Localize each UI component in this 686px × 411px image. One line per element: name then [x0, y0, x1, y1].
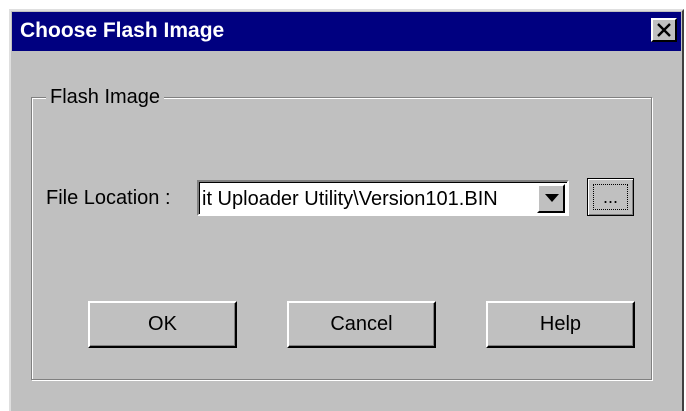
browse-label: ... [593, 184, 628, 210]
dropdown-button[interactable] [537, 184, 565, 213]
group-label: Flash Image [46, 86, 165, 108]
cancel-button[interactable]: Cancel [287, 301, 436, 348]
file-location-combobox[interactable]: it Uploader Utility\Version101.BIN [197, 180, 569, 216]
help-button[interactable]: Help [486, 301, 635, 348]
browse-button[interactable]: ... [587, 178, 634, 216]
close-icon [657, 23, 671, 37]
file-location-label: File Location : [46, 187, 171, 209]
title-bar[interactable]: Choose Flash Image [12, 12, 681, 51]
file-location-value[interactable]: it Uploader Utility\Version101.BIN [202, 187, 498, 211]
choose-flash-image-dialog: Choose Flash Image Flash Image File Loca… [9, 9, 684, 411]
window-title: Choose Flash Image [20, 19, 225, 42]
chevron-down-icon [545, 194, 559, 202]
ok-button[interactable]: OK [88, 301, 237, 348]
close-button[interactable] [651, 18, 677, 42]
